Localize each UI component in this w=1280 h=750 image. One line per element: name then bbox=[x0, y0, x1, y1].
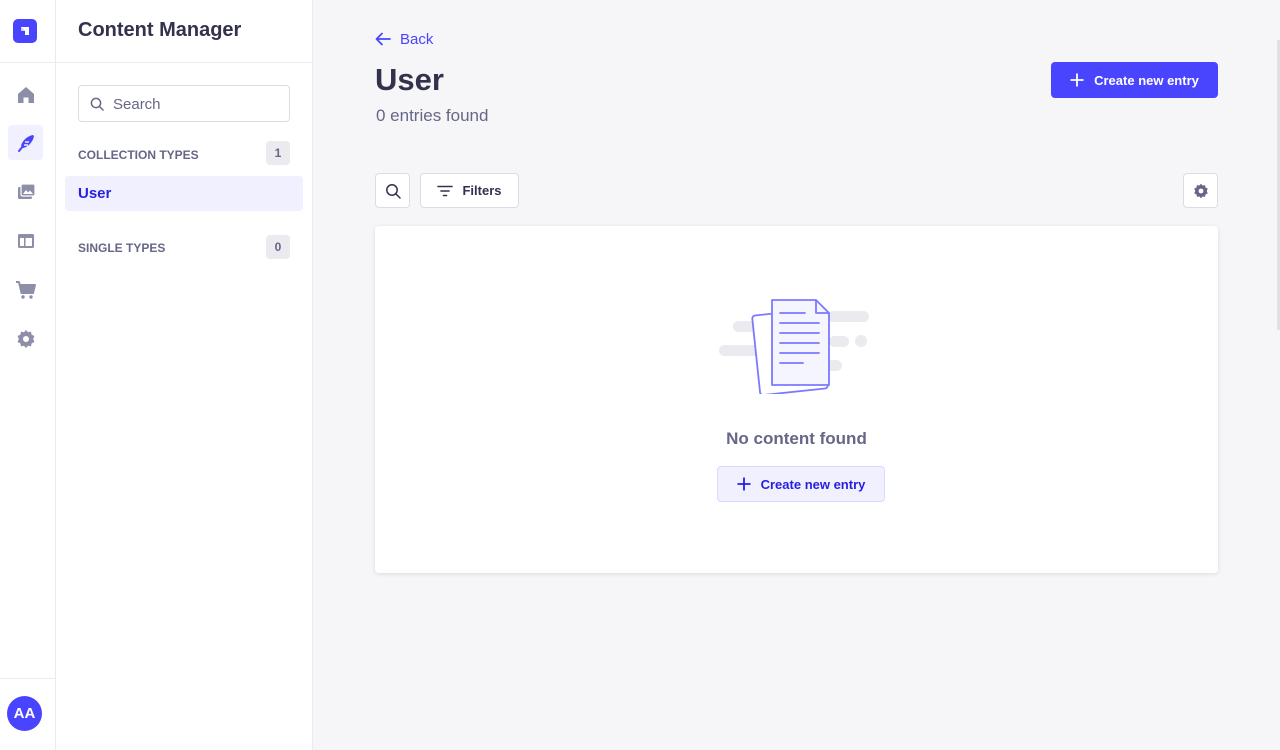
strapi-logo-icon[interactable] bbox=[13, 19, 37, 43]
filters-label: Filters bbox=[462, 183, 502, 198]
back-link[interactable]: Back bbox=[375, 29, 433, 49]
empty-state-create-label: Create new entry bbox=[760, 476, 866, 492]
empty-state-card: No content found Create new entry bbox=[375, 226, 1218, 573]
sidebar-item-user[interactable]: User bbox=[65, 176, 303, 211]
gear-icon bbox=[1193, 183, 1208, 198]
single-types-count: 0 bbox=[266, 235, 290, 259]
avatar[interactable]: AA bbox=[7, 696, 42, 731]
arrow-left-icon bbox=[375, 32, 391, 46]
settings-icon[interactable] bbox=[8, 321, 43, 356]
marketplace-icon[interactable] bbox=[8, 272, 43, 307]
media-library-icon[interactable] bbox=[8, 174, 43, 209]
empty-state-message: No content found bbox=[726, 429, 867, 448]
filters-button[interactable]: Filters bbox=[420, 173, 519, 208]
create-new-entry-button[interactable]: Create new entry bbox=[1051, 62, 1218, 98]
main-content: Back User 0 entries found Create new ent… bbox=[313, 0, 1280, 750]
content-type-builder-icon[interactable] bbox=[8, 223, 43, 258]
filter-icon bbox=[437, 185, 454, 196]
rail-divider-bottom bbox=[0, 678, 55, 679]
search-input[interactable] bbox=[113, 93, 283, 115]
search-icon bbox=[90, 97, 104, 111]
content-manager-sidebar: Content Manager COLLECTION TYPES 1 User … bbox=[56, 0, 313, 750]
rail-divider bbox=[0, 62, 55, 63]
sidebar-item-label: User bbox=[78, 185, 112, 202]
search-icon bbox=[385, 183, 401, 199]
empty-state-create-button[interactable]: Create new entry bbox=[717, 466, 885, 502]
list-settings-button[interactable] bbox=[1183, 173, 1218, 208]
main-nav-rail: AA bbox=[0, 0, 56, 750]
single-types-label[interactable]: SINGLE TYPES bbox=[78, 241, 165, 255]
search-button[interactable] bbox=[375, 173, 410, 208]
empty-documents-illustration bbox=[719, 299, 869, 394]
plus-icon bbox=[1070, 73, 1084, 87]
entries-count: 0 entries found bbox=[376, 106, 489, 125]
home-icon[interactable] bbox=[8, 77, 43, 112]
plus-icon bbox=[737, 477, 751, 491]
create-new-entry-label: Create new entry bbox=[1094, 72, 1199, 88]
back-label: Back bbox=[400, 30, 434, 48]
collection-types-count: 1 bbox=[266, 141, 290, 165]
content-manager-icon[interactable] bbox=[8, 125, 43, 160]
sidebar-title: Content Manager bbox=[78, 19, 242, 41]
page-title: User bbox=[375, 62, 444, 97]
collection-types-label[interactable]: COLLECTION TYPES bbox=[78, 148, 199, 162]
sidebar-search[interactable] bbox=[78, 85, 290, 122]
sidebar-divider bbox=[56, 62, 312, 63]
